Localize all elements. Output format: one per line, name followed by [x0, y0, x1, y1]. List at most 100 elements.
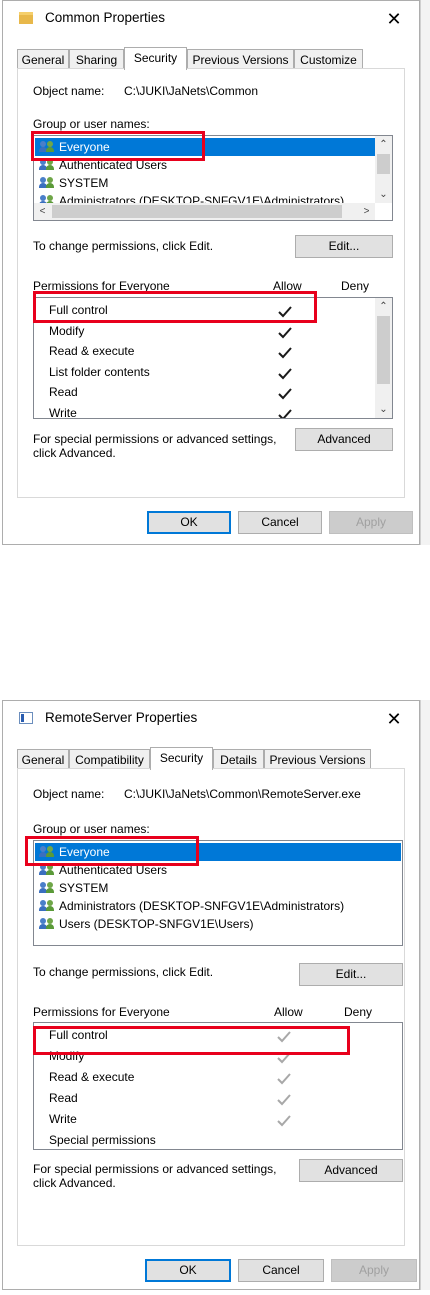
- user-group-icon: [39, 159, 55, 171]
- permission-name: Read: [49, 1091, 78, 1105]
- background-window-edge: [420, 0, 430, 545]
- permission-row: Read & execute: [35, 1068, 401, 1086]
- close-icon: ✕: [386, 9, 402, 29]
- allow-check-icon: [277, 1094, 291, 1106]
- scroll-up-icon[interactable]: ⌃: [375, 298, 392, 315]
- permission-name: Write: [49, 405, 77, 419]
- list-item[interactable]: Administrators (DESKTOP-SNFGV1E\Administ…: [35, 897, 401, 915]
- allow-check-icon: [278, 367, 292, 379]
- allow-check-icon: [278, 408, 292, 418]
- object-name-label: Object name:: [33, 84, 105, 98]
- cancel-button[interactable]: Cancel: [238, 511, 322, 534]
- permissions-list: Full control Modify Read & execute List fol…: [33, 297, 393, 419]
- tab-security[interactable]: Security: [150, 747, 213, 770]
- permission-name: Read: [49, 385, 78, 399]
- cancel-button[interactable]: Cancel: [238, 1259, 324, 1282]
- title-bar: RemoteServer Properties ✕: [3, 701, 419, 737]
- tab-previous-versions[interactable]: Previous Versions: [187, 49, 294, 69]
- tab-security[interactable]: Security: [124, 47, 187, 70]
- user-name: Everyone: [59, 845, 110, 859]
- permission-row: Write: [35, 404, 375, 419]
- object-name-value: C:\JUKI\JaNets\Common\RemoteServer.exe: [124, 787, 361, 801]
- tab-compatibility[interactable]: Compatibility: [69, 749, 150, 769]
- window-title: Common Properties: [45, 10, 166, 25]
- tab-sharing[interactable]: Sharing: [69, 49, 124, 69]
- permission-row: Read & execute: [35, 342, 375, 360]
- permissions-header: Permissions for Everyone: [33, 1005, 170, 1019]
- advanced-button[interactable]: Advanced: [295, 428, 393, 451]
- deny-header: Deny: [341, 279, 370, 293]
- user-group-icon: [39, 864, 55, 876]
- allow-header: Allow: [274, 1005, 303, 1019]
- scroll-down-icon[interactable]: ⌄: [375, 186, 392, 203]
- special-hint-line2: click Advanced.: [33, 1176, 116, 1190]
- permission-name: Full control: [49, 1028, 108, 1042]
- user-group-icon: [39, 882, 55, 894]
- allow-header: Allow: [273, 279, 302, 293]
- vertical-scrollbar[interactable]: ⌃ ⌄: [375, 136, 392, 203]
- edit-button[interactable]: Edit...: [295, 235, 393, 258]
- scroll-thumb[interactable]: [377, 154, 390, 174]
- list-item[interactable]: Everyone: [35, 138, 375, 156]
- user-group-icon: [39, 918, 55, 930]
- list-item[interactable]: Everyone: [35, 843, 401, 861]
- permission-name: List folder contents: [49, 364, 150, 379]
- special-hint-line2: click Advanced.: [33, 446, 116, 460]
- user-group-icon: [39, 900, 55, 912]
- close-button[interactable]: ✕: [381, 707, 407, 731]
- scroll-thumb[interactable]: [377, 316, 390, 384]
- user-list[interactable]: Everyone Authenticated Users SYSTEM Admi…: [33, 135, 393, 221]
- user-name: Authenticated Users: [59, 863, 168, 877]
- background-window-edge: [420, 700, 430, 1290]
- tab-general[interactable]: General: [17, 49, 69, 69]
- tab-details[interactable]: Details: [213, 749, 264, 769]
- close-button[interactable]: ✕: [381, 7, 407, 31]
- allow-check-icon: [278, 326, 292, 338]
- vertical-scrollbar[interactable]: ⌃ ⌄: [375, 298, 392, 418]
- change-hint: To change permissions, click Edit.: [33, 965, 214, 979]
- scroll-up-icon[interactable]: ⌃: [375, 136, 392, 153]
- scroll-down-icon[interactable]: ⌄: [375, 401, 392, 418]
- permission-name: Full control: [49, 303, 108, 317]
- security-panel: Object name: C:\JUKI\JaNets\Common Group…: [17, 68, 405, 498]
- tab-general[interactable]: General: [17, 749, 69, 769]
- scroll-left-icon[interactable]: <: [34, 203, 51, 220]
- permission-row: Modify: [35, 1047, 401, 1065]
- horizontal-scrollbar[interactable]: < >: [34, 203, 375, 220]
- allow-check-icon: [277, 1031, 291, 1043]
- ok-button[interactable]: OK: [147, 511, 231, 534]
- folder-icon: [19, 12, 33, 24]
- tab-strip: General Compatibility Security Details P…: [17, 747, 405, 770]
- scroll-right-icon[interactable]: >: [358, 203, 375, 220]
- user-list[interactable]: Everyone Authenticated Users SYSTEM Admi…: [33, 840, 403, 946]
- permission-name: Special permissions: [49, 1133, 156, 1147]
- tab-customize[interactable]: Customize: [294, 49, 363, 69]
- permission-row: List folder contents: [35, 363, 375, 381]
- group-label: Group or user names:: [33, 117, 150, 131]
- scroll-thumb[interactable]: [52, 205, 342, 218]
- apply-button: Apply: [331, 1259, 417, 1282]
- ok-button[interactable]: OK: [145, 1259, 231, 1282]
- permission-name: Modify: [49, 323, 85, 338]
- list-item[interactable]: Users (DESKTOP-SNFGV1E\Users): [35, 915, 401, 933]
- allow-check-icon: [278, 306, 292, 318]
- tab-previous-versions[interactable]: Previous Versions: [264, 749, 371, 769]
- user-name: Users (DESKTOP-SNFGV1E\Users): [59, 917, 254, 931]
- list-item[interactable]: Authenticated Users: [35, 861, 401, 879]
- close-icon: ✕: [386, 709, 402, 729]
- list-item[interactable]: SYSTEM: [35, 174, 375, 192]
- tab-strip: General Sharing Security Previous Versio…: [17, 47, 405, 70]
- list-item[interactable]: SYSTEM: [35, 879, 401, 897]
- edit-button[interactable]: Edit...: [299, 963, 403, 986]
- window-title: RemoteServer Properties: [45, 710, 198, 725]
- advanced-button[interactable]: Advanced: [299, 1159, 403, 1182]
- special-hint-line1: For special permissions or advanced sett…: [33, 432, 277, 446]
- user-name: SYSTEM: [59, 881, 109, 895]
- deny-header: Deny: [344, 1005, 373, 1019]
- allow-check-icon: [277, 1073, 291, 1085]
- user-name: Administrators (DESKTOP-SNFGV1E\Administ…: [59, 899, 345, 913]
- permission-row: Special permissions: [35, 1131, 401, 1149]
- group-label: Group or user names:: [33, 822, 150, 836]
- permission-name: Write: [49, 1112, 77, 1126]
- list-item[interactable]: Authenticated Users: [35, 156, 375, 174]
